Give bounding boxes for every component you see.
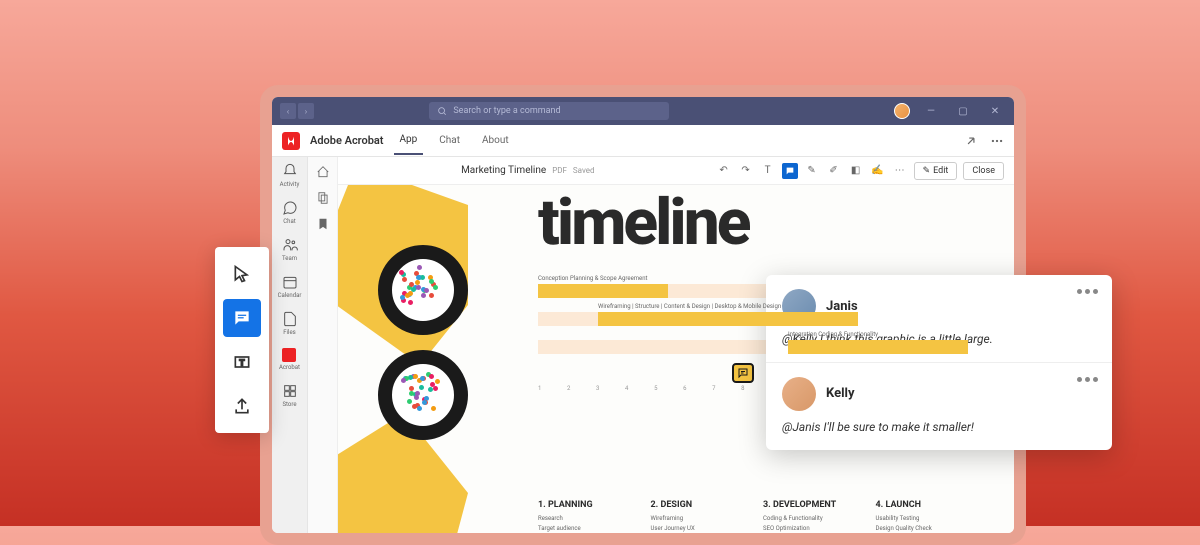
doc-status: Saved: [573, 166, 595, 175]
avatar: [782, 377, 816, 411]
home-icon[interactable]: [316, 165, 330, 179]
edit-button[interactable]: ✎Edit: [914, 162, 958, 180]
minimize-button[interactable]: —: [920, 100, 942, 122]
comment-author: Kelly: [826, 386, 855, 401]
illustration-lens-top: [378, 245, 468, 335]
text-tool[interactable]: T: [760, 163, 776, 179]
rail-store[interactable]: Store: [282, 383, 298, 408]
nav-back-button[interactable]: ‹: [280, 103, 296, 119]
close-doc-button[interactable]: Close: [963, 162, 1004, 180]
undo-button[interactable]: ↶: [716, 163, 732, 179]
tab-chat[interactable]: Chat: [433, 127, 466, 154]
comment-more-button[interactable]: [1077, 289, 1098, 294]
comment-tool[interactable]: [782, 163, 798, 179]
acrobat-logo-icon: [282, 132, 300, 150]
rail-calendar[interactable]: Calendar: [278, 274, 302, 299]
search-icon: [437, 106, 447, 116]
nav-forward-button[interactable]: ›: [298, 103, 314, 119]
phases: 1. PLANNINGResearchTarget audienceCompet…: [538, 500, 968, 533]
tab-app[interactable]: App: [394, 126, 424, 155]
svg-text:T: T: [239, 358, 244, 368]
signature-tool[interactable]: ✍: [870, 163, 886, 179]
select-tool[interactable]: [223, 255, 261, 293]
main-row: Activity Chat Team Calendar Files Acroba…: [272, 157, 1014, 533]
search-placeholder: Search or type a command: [453, 106, 560, 116]
rail-files[interactable]: Files: [282, 311, 298, 336]
tab-about[interactable]: About: [476, 127, 515, 154]
doc-format: PDF: [552, 166, 567, 175]
more-tools[interactable]: ⋯: [892, 163, 908, 179]
files-icon: [282, 311, 298, 327]
redo-button[interactable]: ↷: [738, 163, 754, 179]
user-avatar[interactable]: [894, 103, 910, 119]
rail-acrobat[interactable]: Acrobat: [279, 348, 300, 371]
chat-icon: [282, 200, 298, 216]
teams-titlebar: ‹ › Search or type a command — ▢ ✕: [272, 97, 1014, 125]
comment-item[interactable]: Kelly @Janis I'll be sure to make it sma…: [766, 363, 1112, 450]
app-name: Adobe Acrobat: [310, 134, 384, 147]
bell-icon: [282, 163, 298, 179]
rail-chat[interactable]: Chat: [282, 200, 298, 225]
search-bar[interactable]: Search or type a command: [429, 102, 669, 120]
nav-arrows: ‹ ›: [280, 103, 314, 119]
rail-activity[interactable]: Activity: [280, 163, 300, 188]
text-box-tool[interactable]: T: [223, 343, 261, 381]
doc-area: Marketing Timeline PDF Saved ↶ ↷ T ✎ ✐ ◧…: [338, 157, 1014, 533]
bookmark-icon[interactable]: [316, 217, 330, 231]
rail-team[interactable]: Team: [282, 237, 298, 262]
store-icon: [282, 383, 298, 399]
titlebar-right: — ▢ ✕: [894, 100, 1006, 122]
acrobat-icon: [282, 348, 296, 362]
doc-rail: [308, 157, 338, 533]
more-icon[interactable]: [990, 134, 1004, 148]
floating-toolbar: T: [215, 247, 269, 433]
doc-toolbar: Marketing Timeline PDF Saved ↶ ↷ T ✎ ✐ ◧…: [338, 157, 1014, 185]
appbar-right: [964, 134, 1004, 148]
maximize-button[interactable]: ▢: [952, 100, 974, 122]
doc-title: Marketing Timeline: [461, 165, 546, 176]
doc-title-group: Marketing Timeline PDF Saved: [461, 165, 594, 176]
pages-icon[interactable]: [316, 191, 330, 205]
comment-marker[interactable]: [732, 363, 754, 383]
popout-icon[interactable]: [964, 134, 978, 148]
comment-header: Kelly: [782, 377, 1096, 411]
toolbar-right: ↶ ↷ T ✎ ✐ ◧ ✍ ⋯ ✎Edit Close: [716, 162, 1004, 180]
comment-tool-float[interactable]: [223, 299, 261, 337]
teams-rail: Activity Chat Team Calendar Files Acroba…: [272, 157, 308, 533]
headline: timeline: [538, 185, 748, 260]
comment-more-button[interactable]: [1077, 377, 1098, 382]
team-icon: [282, 237, 298, 253]
app-bar: Adobe Acrobat App Chat About: [272, 125, 1014, 157]
comment-text: @Janis I'll be sure to make it smaller!: [782, 419, 1096, 436]
draw-tool[interactable]: ✐: [826, 163, 842, 179]
share-tool[interactable]: [223, 387, 261, 425]
highlight-tool[interactable]: ✎: [804, 163, 820, 179]
calendar-icon: [282, 274, 298, 290]
close-window-button[interactable]: ✕: [984, 100, 1006, 122]
erase-tool[interactable]: ◧: [848, 163, 864, 179]
illustration-lens-bottom: [378, 350, 468, 440]
comments-panel: Janis @Kelly I think this graphic is a l…: [766, 275, 1112, 450]
